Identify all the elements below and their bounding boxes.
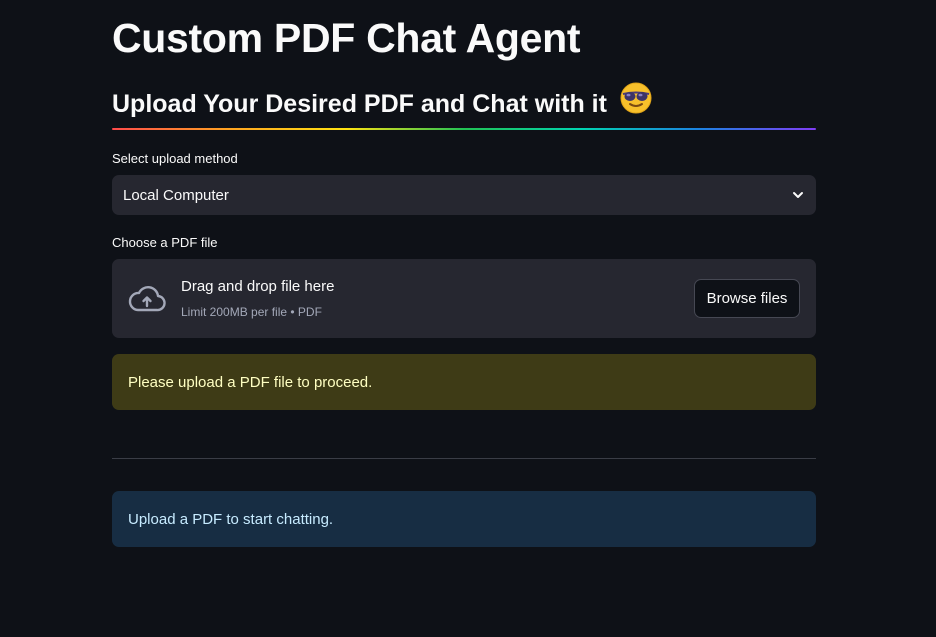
info-alert: Upload a PDF to start chatting. [112, 491, 816, 547]
sunglasses-emoji-icon [620, 82, 652, 124]
subheader-text: Upload Your Desired PDF and Chat with it [112, 90, 607, 118]
upload-method-select[interactable]: Local Computer [112, 175, 816, 215]
horizontal-divider [112, 458, 816, 459]
browse-files-button[interactable]: Browse files [694, 279, 800, 318]
cloud-upload-icon [127, 285, 167, 318]
page-subheader: Upload Your Desired PDF and Chat with it [112, 82, 652, 124]
file-dropzone[interactable]: Drag and drop file here Limit 200MB per … [112, 259, 816, 338]
chevron-down-icon[interactable] [791, 188, 805, 202]
page-title: Custom PDF Chat Agent [112, 15, 581, 61]
upload-method-label: Select upload method [112, 151, 238, 166]
dropzone-limit-text: Limit 200MB per file • PDF [181, 305, 322, 319]
warning-alert: Please upload a PDF file to proceed. [112, 354, 816, 410]
dropzone-instructions: Drag and drop file here [181, 278, 335, 295]
file-uploader-label: Choose a PDF file [112, 235, 218, 250]
subheader-rainbow-divider [112, 128, 816, 130]
upload-method-selected-value: Local Computer [123, 186, 229, 204]
